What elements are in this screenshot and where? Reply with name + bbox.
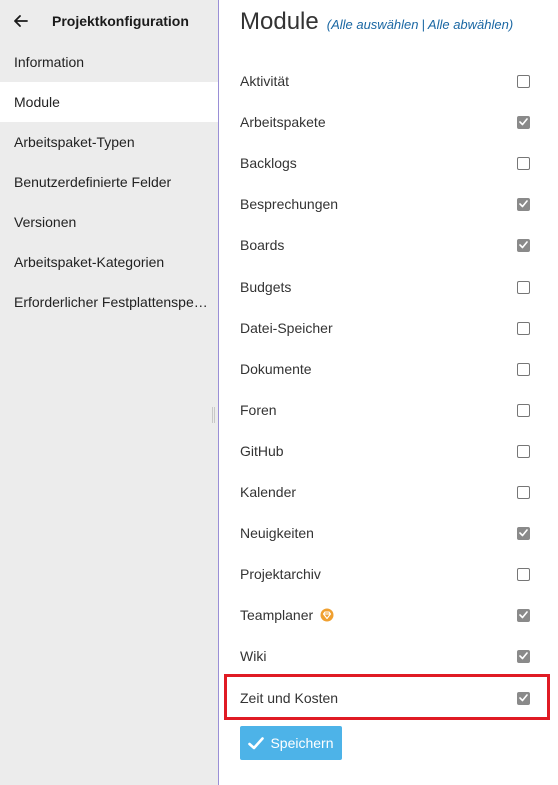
- sidebar-item-label: Arbeitspaket-Kategorien: [14, 254, 165, 270]
- module-checkbox[interactable]: [517, 403, 530, 417]
- module-row: Boards: [240, 230, 530, 260]
- module-label-text: Kalender: [240, 484, 297, 500]
- module-label: Kalender: [240, 484, 296, 500]
- module-label: Projektarchiv: [240, 566, 321, 582]
- module-checkbox[interactable]: [517, 362, 530, 376]
- sidebar-item-label: Benutzerdefinierte Felder: [14, 174, 172, 190]
- sidebar-item-versionen[interactable]: Versionen: [0, 202, 218, 242]
- module-label: Teamplaner: [240, 607, 334, 623]
- checkmark-icon: [519, 241, 528, 249]
- module-row: GitHub: [240, 436, 530, 466]
- module-row: Projektarchiv: [240, 559, 530, 589]
- module-row: Budgets: [240, 272, 530, 302]
- sidebar-item-label: Module: [14, 94, 60, 110]
- module-row: Besprechungen: [240, 189, 530, 219]
- save-button-label: Speichern: [270, 735, 334, 751]
- module-label: Foren: [240, 402, 277, 418]
- module-row: Aktivität: [240, 66, 530, 96]
- module-checkbox[interactable]: [517, 74, 530, 88]
- module-label: Dokumente: [240, 361, 312, 377]
- module-checkbox[interactable]: [517, 608, 530, 622]
- module-row: Wiki: [240, 641, 530, 671]
- module-label: Backlogs: [240, 155, 297, 171]
- checkmark-icon: [519, 200, 528, 208]
- module-label-text: Backlogs: [240, 155, 297, 171]
- module-row: Neuigkeiten: [240, 518, 530, 548]
- module-label-text: Boards: [240, 237, 285, 253]
- module-label-text: Datei-Speicher: [240, 320, 333, 336]
- sidebar-item-festplattenspeicher[interactable]: Erforderlicher Festplattenspeicher: [0, 282, 218, 322]
- module-row: Kalender: [240, 477, 530, 507]
- sidebar-resize-handle[interactable]: [212, 407, 215, 423]
- sidebar-item-label: Erforderlicher Festplattenspeicher: [14, 294, 208, 310]
- check-icon: [248, 736, 265, 749]
- sidebar-item-module[interactable]: Module: [0, 82, 218, 122]
- module-row: Datei-Speicher: [240, 313, 530, 343]
- module-label-text: Projektarchiv: [240, 566, 321, 582]
- deselect-all-link[interactable]: Alle abwählen: [428, 17, 509, 32]
- module-checkbox[interactable]: [517, 526, 530, 540]
- module-checkbox[interactable]: [517, 156, 530, 170]
- sidebar-item-label: Versionen: [14, 214, 77, 230]
- highlight-frame: [224, 674, 550, 720]
- module-checkbox[interactable]: [517, 238, 530, 252]
- save-button[interactable]: Speichern: [240, 726, 342, 760]
- select-all-link[interactable]: Alle auswählen: [331, 17, 418, 32]
- module-label-text: Neuigkeiten: [240, 525, 314, 541]
- select-links: (Alle auswählen | Alle abwählen): [326, 17, 514, 32]
- module-label: Boards: [240, 237, 284, 253]
- module-checkbox[interactable]: [517, 485, 530, 499]
- module-label-text: Budgets: [240, 279, 292, 295]
- page-title-row: Module (Alle auswählen | Alle abwählen): [240, 8, 513, 36]
- module-label-text: Foren: [240, 402, 277, 418]
- module-row: Foren: [240, 395, 530, 425]
- sidebar-item-benutzerdefinierte-felder[interactable]: Benutzerdefinierte Felder: [0, 162, 218, 202]
- sidebar-item-label: Arbeitspaket-Typen: [14, 134, 135, 150]
- arrow-left-icon[interactable]: [12, 12, 30, 30]
- page-title: Module: [240, 8, 319, 35]
- checkmark-icon: [519, 652, 528, 660]
- module-label-text: Wiki: [240, 648, 267, 664]
- module-checkbox[interactable]: [517, 197, 530, 211]
- sidebar-item-arbeitspaket-kategorien[interactable]: Arbeitspaket-Kategorien: [0, 242, 218, 282]
- module-label-text: Teamplaner: [240, 607, 314, 623]
- sidebar-item-arbeitspaket-typen[interactable]: Arbeitspaket-Typen: [0, 122, 218, 162]
- checkmark-icon: [519, 611, 528, 619]
- module-row: Teamplaner: [240, 600, 530, 630]
- sidebar-header: Projektkonfiguration: [0, 0, 218, 42]
- sidebar-item-information[interactable]: Information: [0, 42, 218, 82]
- enterprise-badge-icon: [320, 608, 334, 622]
- module-row: Arbeitspakete: [240, 107, 530, 137]
- module-checkbox[interactable]: [517, 321, 530, 335]
- module-label-text: Besprechungen: [240, 196, 339, 212]
- module-label: Neuigkeiten: [240, 525, 314, 541]
- module-checkbox[interactable]: [517, 280, 530, 294]
- module-label-text: Arbeitspakete: [240, 114, 326, 130]
- module-checkbox[interactable]: [517, 115, 530, 129]
- module-row: Backlogs: [240, 148, 530, 178]
- sidebar-title: Projektkonfiguration: [52, 13, 189, 29]
- module-label: GitHub: [240, 443, 284, 459]
- module-label: Wiki: [240, 648, 266, 664]
- module-label: Datei-Speicher: [240, 320, 333, 336]
- module-label-text: Aktivität: [240, 73, 290, 89]
- sidebar: Projektkonfiguration Information Module …: [0, 0, 219, 785]
- module-label: Besprechungen: [240, 196, 338, 212]
- module-label: Budgets: [240, 279, 291, 295]
- module-row: Dokumente: [240, 354, 530, 384]
- checkmark-icon: [519, 118, 528, 126]
- module-checkbox[interactable]: [517, 567, 530, 581]
- sidebar-item-label: Information: [14, 54, 85, 70]
- module-label: Arbeitspakete: [240, 114, 326, 130]
- module-checkbox[interactable]: [517, 649, 530, 663]
- main-content: Module (Alle auswählen | Alle abwählen) Ak…: [220, 0, 558, 785]
- module-label-text: GitHub: [240, 443, 284, 459]
- module-checkbox[interactable]: [517, 444, 530, 458]
- module-label: Aktivität: [240, 73, 289, 89]
- module-label-text: Dokumente: [240, 361, 312, 377]
- checkmark-icon: [519, 529, 528, 537]
- link-separator: |: [421, 17, 425, 32]
